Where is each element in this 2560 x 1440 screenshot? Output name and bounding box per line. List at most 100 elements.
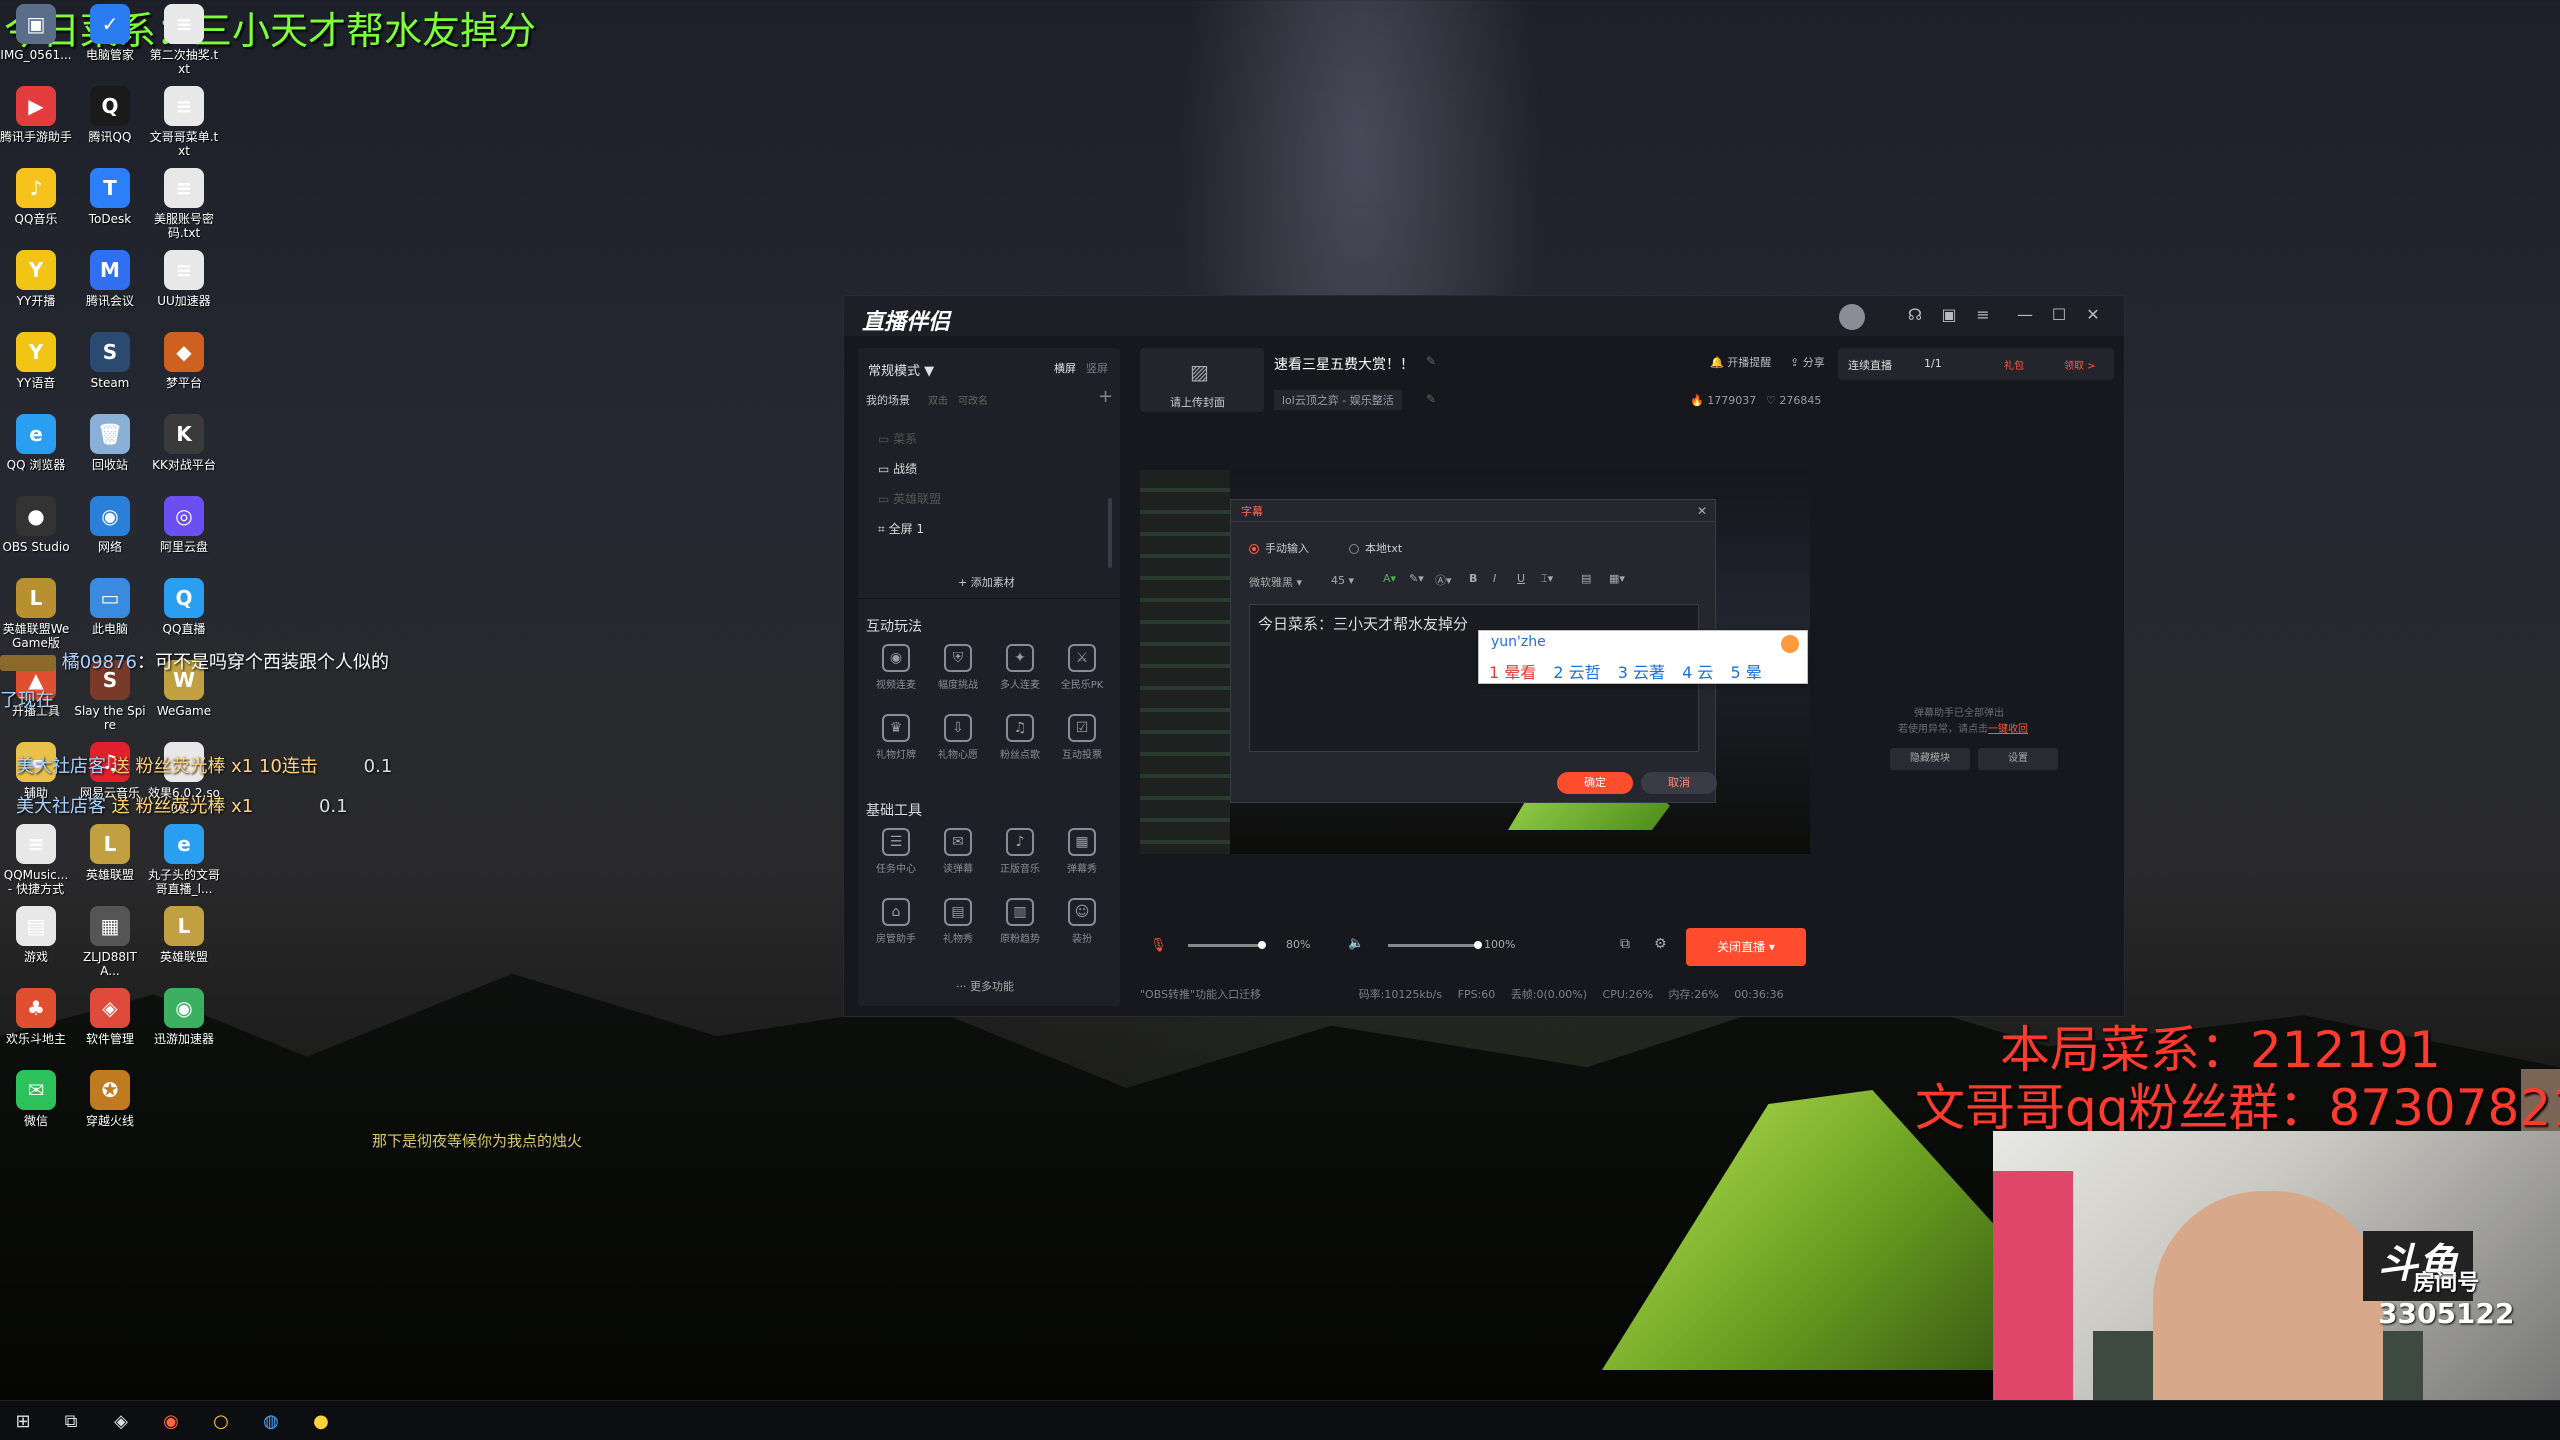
desktop-icon[interactable]: Q 腾讯QQ <box>74 86 146 144</box>
desktop-icon[interactable]: ≡ 文哥哥菜单.txt <box>148 86 220 158</box>
radio-manual-input[interactable]: 手动输入 <box>1249 540 1309 556</box>
slider-handle[interactable] <box>1474 941 1482 949</box>
desktop-icon[interactable]: ♣ 欢乐斗地主 <box>0 988 72 1046</box>
add-material-button[interactable]: + 添加素材 <box>958 574 1015 590</box>
windows-start-icon[interactable]: ⊞ <box>10 1409 36 1435</box>
desktop-icon[interactable]: ◈ 软件管理 <box>74 988 146 1046</box>
qq-music-taskbar-icon[interactable]: ● <box>308 1409 334 1435</box>
speaker-icon[interactable]: 🔈 <box>1348 936 1364 951</box>
scene-item[interactable]: ⌗ 全屏 1 <box>878 520 924 537</box>
retract-link[interactable]: 一键收回 <box>1988 724 2028 735</box>
scene-item[interactable]: ▭ 战绩 <box>878 460 917 477</box>
slider-handle[interactable] <box>1258 941 1266 949</box>
highlight-icon[interactable]: ✎▾ <box>1409 572 1424 585</box>
desktop-icon[interactable]: ≡ 第二次抽奖.txt <box>148 4 220 76</box>
desktop-icon[interactable]: L 英雄联盟 <box>74 824 146 882</box>
headset-icon[interactable]: ☊ <box>1904 304 1926 326</box>
stream-title[interactable]: 速看三星五费大赏！！ <box>1274 354 1414 374</box>
settings-button[interactable]: 设置 <box>1978 748 2058 770</box>
desktop-icon[interactable]: ✪ 穿越火线 <box>74 1070 146 1128</box>
desktop-icon[interactable]: ▤ 游戏 <box>0 906 72 964</box>
desktop-icon[interactable]: T ToDesk <box>74 168 146 226</box>
desktop-icon[interactable]: ✓ 电脑管家 <box>74 4 146 62</box>
edit-category-icon[interactable]: ✎ <box>1426 392 1436 406</box>
confirm-button[interactable]: 确定 <box>1557 772 1633 794</box>
desktop-icon[interactable]: K KK对战平台 <box>148 414 220 472</box>
desktop-icon[interactable]: ✉ 微信 <box>0 1070 72 1128</box>
desktop-icon[interactable]: e QQ 浏览器 <box>0 414 72 472</box>
tool-button[interactable]: ✦ 多人连麦 <box>990 644 1050 691</box>
desktop-icon[interactable]: ◉ 迅游加速器 <box>148 988 220 1046</box>
desktop-icon[interactable]: ♪ QQ音乐 <box>0 168 72 226</box>
mic-slider[interactable] <box>1188 941 1266 949</box>
record-icon[interactable]: ⧉ <box>1620 936 1630 952</box>
menu-icon[interactable]: ≡ <box>1972 304 1994 326</box>
border-icon[interactable]: Ⓐ▾ <box>1435 572 1452 588</box>
close-icon[interactable]: ✕ <box>2082 304 2104 326</box>
tool-button[interactable]: ⇩ 礼物心愿 <box>928 714 988 761</box>
desktop-icon[interactable]: M 腾讯会议 <box>74 250 146 308</box>
claim-link[interactable]: 领取 > <box>2064 357 2096 372</box>
desktop-icon[interactable]: ● OBS Studio <box>0 496 72 554</box>
desktop-icon[interactable]: ▣ IMG_0561... <box>0 4 72 62</box>
speaker-slider[interactable] <box>1388 941 1482 949</box>
cover-upload[interactable]: ▨ 请上传封面 <box>1140 348 1264 412</box>
edit-title-icon[interactable]: ✎ <box>1426 354 1436 368</box>
text-color-icon[interactable]: A▾ <box>1383 572 1396 585</box>
tool-button[interactable]: ▦ 弹幕秀 <box>1052 828 1112 875</box>
ime-candidate[interactable]: 1 晕看 <box>1489 663 1536 682</box>
underline-icon[interactable]: U <box>1517 572 1525 585</box>
add-scene-icon[interactable]: + <box>1098 386 1113 407</box>
minimize-icon[interactable]: — <box>2014 304 2036 326</box>
tool-button[interactable]: ♫ 粉丝点歌 <box>990 714 1050 761</box>
cancel-button[interactable]: 取消 <box>1641 772 1717 794</box>
desktop-icon[interactable]: L 英雄联盟WeGame版 <box>0 578 72 650</box>
align-icon[interactable]: ▤ <box>1581 572 1591 585</box>
bold-icon[interactable]: B <box>1469 572 1477 585</box>
ime-candidate[interactable]: 2 云哲 <box>1553 663 1600 682</box>
task-view-icon[interactable]: ⧉ <box>58 1409 84 1435</box>
desktop-icon[interactable]: ≡ QQMusic... - 快捷方式 <box>0 824 72 896</box>
settings-gear-icon[interactable]: ⚙ <box>1654 936 1667 952</box>
tool-button[interactable]: ☑ 互动投票 <box>1052 714 1112 761</box>
maximize-icon[interactable]: ☐ <box>2048 304 2070 326</box>
desktop-icon[interactable]: ≡ UU加速器 <box>148 250 220 308</box>
desktop-icon[interactable]: L 英雄联盟 <box>148 906 220 964</box>
share-button[interactable]: ⇪ 分享 <box>1790 354 1825 370</box>
tool-button[interactable]: ◉ 视频连麦 <box>866 644 926 691</box>
live-companion-taskbar-icon[interactable]: ◉ <box>158 1409 184 1435</box>
more-features-button[interactable]: ··· 更多功能 <box>956 978 1014 994</box>
mic-icon[interactable]: 🎙 <box>1150 938 1167 953</box>
desktop-icon[interactable]: ▭ 此电脑 <box>74 578 146 636</box>
ime-candidate[interactable]: 3 云著 <box>1618 663 1665 682</box>
font-select[interactable]: 微软雅黑 ▾ <box>1249 574 1302 590</box>
desktop-icon[interactable]: Y YY语音 <box>0 332 72 390</box>
obs-taskbar-icon[interactable]: ○ <box>208 1409 234 1435</box>
ime-logo-icon[interactable] <box>1781 635 1799 653</box>
ime-candidate[interactable]: 5 晕 <box>1731 663 1762 682</box>
close-live-button[interactable]: 关闭直播 ▾ <box>1686 928 1806 966</box>
background-icon[interactable]: ▦▾ <box>1609 572 1625 585</box>
desktop-icon[interactable]: ◎ 阿里云盘 <box>148 496 220 554</box>
desktop-icon[interactable]: ◆ 梦平台 <box>148 332 220 390</box>
desktop-icon[interactable]: ≡ 美服账号密码.txt <box>148 168 220 240</box>
desktop-icon[interactable]: ◉ 网络 <box>74 496 146 554</box>
scene-item[interactable]: ▭ 菜系 <box>878 430 917 447</box>
tool-button[interactable]: ☰ 任务中心 <box>866 828 926 875</box>
landscape-toggle[interactable]: 横屏 <box>1054 360 1076 376</box>
category-tag[interactable]: lol云顶之弈 - 娱乐整活 <box>1274 390 1402 410</box>
tool-button[interactable]: ▥ 原粉趋势 <box>990 898 1050 945</box>
tool-button[interactable]: ♪ 正版音乐 <box>990 828 1050 875</box>
notify-button[interactable]: 🔔 开播提醒 <box>1710 354 1771 370</box>
message-icon[interactable]: ▣ <box>1938 304 1960 326</box>
avatar[interactable] <box>1839 304 1865 330</box>
size-select[interactable]: 45 ▾ <box>1331 574 1354 587</box>
desktop-icon[interactable]: Q QQ直播 <box>148 578 220 636</box>
hide-module-button[interactable]: 隐藏模块 <box>1890 748 1970 770</box>
ime-candidate[interactable]: 4 云 <box>1682 663 1713 682</box>
tool-button[interactable]: ⚔ 全民乐PK <box>1052 644 1112 691</box>
obs-migration-link[interactable]: "OBS转推"功能入口迁移 <box>1140 988 1261 1001</box>
tool-button[interactable]: ▤ 礼物秀 <box>928 898 988 945</box>
desktop-icon[interactable]: e 丸子头的文哥哥直播_l... <box>148 824 220 896</box>
portrait-toggle[interactable]: 竖屏 <box>1086 360 1108 376</box>
